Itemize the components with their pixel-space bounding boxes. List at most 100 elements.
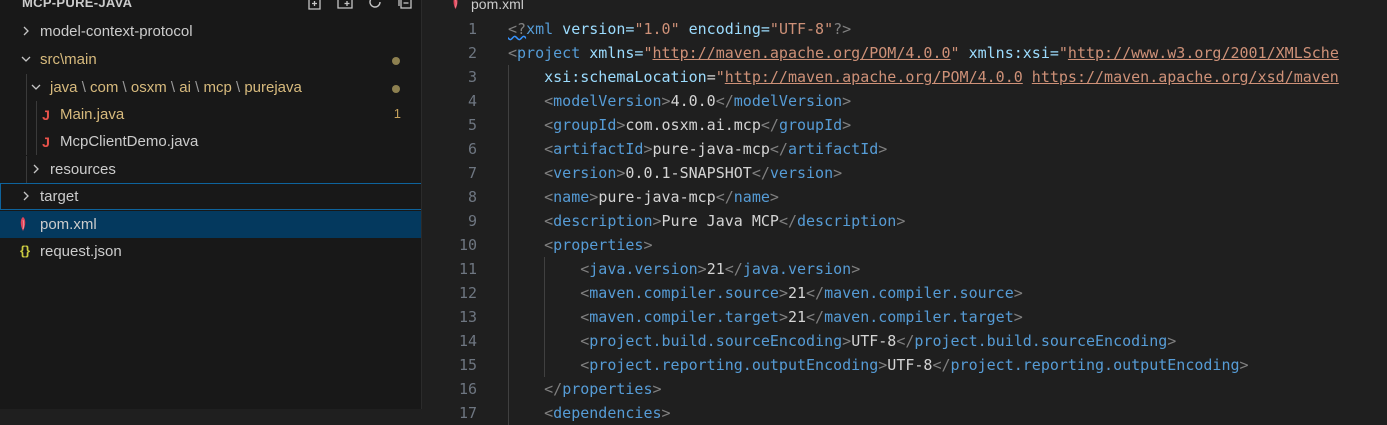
- tree-item-src-main[interactable]: src\main: [0, 46, 421, 73]
- tree-item-label: src\main: [40, 51, 97, 68]
- line-number[interactable]: 1: [423, 17, 477, 41]
- path-separator: \: [190, 79, 204, 96]
- line-number[interactable]: 11: [423, 257, 477, 281]
- line-number[interactable]: 2: [423, 41, 477, 65]
- code-line[interactable]: 2 <project xmlns="http://maven.apache.org…: [423, 41, 1387, 65]
- indent-guide: [26, 74, 27, 101]
- path-segment: mcp: [203, 79, 232, 96]
- line-number[interactable]: 5: [423, 113, 477, 137]
- line-number[interactable]: 7: [423, 161, 477, 185]
- code-line[interactable]: 16 </properties>: [423, 377, 1387, 401]
- indent-guide: [26, 101, 27, 128]
- code-line[interactable]: 7 <version>0.0.1-SNAPSHOT</version>: [423, 161, 1387, 185]
- code-text: <project xmlns="http://maven.apache.org/…: [508, 44, 1339, 62]
- editor-tab-bar: pom.xml: [423, 0, 1387, 16]
- tree-item-pom-xml[interactable]: pom.xml: [0, 211, 421, 238]
- refresh-icon[interactable]: [366, 0, 384, 11]
- code-line[interactable]: 10 <properties>: [423, 233, 1387, 257]
- path-segment: com: [90, 79, 119, 96]
- editor-tab-pom-xml[interactable]: pom.xml: [471, 0, 524, 12]
- code-text: <project.reporting.outputEncoding>UTF-8<…: [580, 356, 1249, 374]
- code-editor[interactable]: pom.xml 1 <?xml version="1.0" encoding="U…: [423, 0, 1387, 425]
- tree-item-target[interactable]: target: [0, 183, 421, 210]
- tree-item-resources[interactable]: resources: [0, 156, 421, 183]
- code-text: <properties>: [544, 236, 653, 254]
- modified-dot: [392, 85, 400, 93]
- explorer-title[interactable]: MCP-PURE-JAVA: [22, 0, 132, 10]
- new-folder-icon[interactable]: [336, 0, 354, 11]
- tree-item-request-json[interactable]: {} request.json: [0, 238, 421, 265]
- code-text: xsi:schemaLocation="http://maven.apache.…: [544, 68, 1339, 86]
- code-text: <description>Pure Java MCP</description>: [544, 212, 906, 230]
- code-line[interactable]: 4 <modelVersion>4.0.0</modelVersion>: [423, 89, 1387, 113]
- code-text: </properties>: [544, 380, 662, 398]
- line-number[interactable]: 13: [423, 305, 477, 329]
- explorer-actions: [306, 0, 414, 11]
- code-line[interactable]: 6 <artifactId>pure-java-mcp</artifactId>: [423, 137, 1387, 161]
- code-text: <project.build.sourceEncoding>UTF-8</pro…: [580, 332, 1177, 350]
- tree-item-main-java[interactable]: J Main.java 1: [0, 101, 421, 128]
- line-number[interactable]: 3: [423, 65, 477, 89]
- line-number[interactable]: 8: [423, 185, 477, 209]
- indent-guide: [26, 156, 27, 183]
- tree-item-label: resources: [50, 161, 116, 178]
- chevron-down-icon: [20, 53, 32, 65]
- line-number[interactable]: 14: [423, 329, 477, 353]
- java-file-icon: J: [42, 107, 50, 123]
- chevron-right-icon: [20, 190, 32, 202]
- chevron-down-icon: [30, 81, 42, 93]
- code-line[interactable]: 14 <project.build.sourceEncoding>UTF-8</…: [423, 329, 1387, 353]
- code-text: <maven.compiler.target>21</maven.compile…: [580, 308, 1023, 326]
- line-number[interactable]: 10: [423, 233, 477, 257]
- path-segment: ai: [179, 79, 191, 96]
- tree-item-label: target: [40, 188, 79, 205]
- json-file-icon: {}: [19, 243, 31, 258]
- chevron-right-icon: [30, 163, 42, 175]
- line-number[interactable]: 9: [423, 209, 477, 233]
- indent-guide: [26, 128, 27, 155]
- code-text: <version>0.0.1-SNAPSHOT</version>: [544, 164, 843, 182]
- tree-item-label: model-context-protocol: [40, 23, 193, 40]
- line-number[interactable]: 12: [423, 281, 477, 305]
- path-segment: purejava: [244, 79, 302, 96]
- path-separator: \: [166, 79, 180, 96]
- path-separator: \: [118, 79, 131, 96]
- code-line[interactable]: 3 xsi:schemaLocation="http://maven.apach…: [423, 65, 1387, 89]
- problem-count-badge: 1: [393, 106, 401, 121]
- code-line[interactable]: 13 <maven.compiler.target>21</maven.comp…: [423, 305, 1387, 329]
- code-line[interactable]: 11 <java.version>21</java.version>: [423, 257, 1387, 281]
- code-text: <name>pure-java-mcp</name>: [544, 188, 779, 206]
- modified-dot: [392, 57, 400, 65]
- code-text: <groupId>com.osxm.ai.mcp</groupId>: [544, 116, 852, 134]
- code-line[interactable]: 15 <project.reporting.outputEncoding>UTF…: [423, 353, 1387, 377]
- code-line[interactable]: 5 <groupId>com.osxm.ai.mcp</groupId>: [423, 113, 1387, 137]
- tree-item-model-context-protocol[interactable]: model-context-protocol: [0, 18, 421, 45]
- line-number[interactable]: 17: [423, 401, 477, 425]
- path-separator: \: [231, 79, 245, 96]
- explorer-header: MCP-PURE-JAVA: [0, 0, 421, 13]
- path-segment: osxm: [130, 79, 167, 96]
- line-number[interactable]: 6: [423, 137, 477, 161]
- code-line[interactable]: 9 <description>Pure Java MCP</descriptio…: [423, 209, 1387, 233]
- line-number[interactable]: 4: [423, 89, 477, 113]
- code-text: <maven.compiler.source>21</maven.compile…: [580, 284, 1023, 302]
- tree-item-package-purejava[interactable]: java \ com \ osxm \ ai \ mcp \ purejava: [0, 74, 421, 101]
- line-number[interactable]: 16: [423, 377, 477, 401]
- code-line[interactable]: 17 <dependencies>: [423, 401, 1387, 425]
- line-number[interactable]: 15: [423, 353, 477, 377]
- code-line[interactable]: 12 <maven.compiler.source>21</maven.comp…: [423, 281, 1387, 305]
- tree-item-label: request.json: [40, 243, 122, 260]
- code-text: <java.version>21</java.version>: [580, 260, 861, 278]
- explorer-sidebar: MCP-PURE-JAVA model-context-protocol src…: [0, 0, 422, 409]
- maven-icon: [451, 0, 460, 10]
- code-text: <artifactId>pure-java-mcp</artifactId>: [544, 140, 888, 158]
- indent-guide: [36, 128, 37, 155]
- new-file-icon[interactable]: [306, 0, 324, 11]
- code-text: <modelVersion>4.0.0</modelVersion>: [544, 92, 852, 110]
- code-line[interactable]: 1 <?xml version="1.0" encoding="UTF-8"?>: [423, 17, 1387, 41]
- collapse-all-icon[interactable]: [396, 0, 414, 11]
- code-line[interactable]: 8 <name>pure-java-mcp</name>: [423, 185, 1387, 209]
- code-text: <?xml version="1.0" encoding="UTF-8"?>: [508, 20, 852, 38]
- maven-icon: [18, 216, 28, 232]
- tree-item-mcpclientdemo-java[interactable]: J McpClientDemo.java: [0, 128, 421, 155]
